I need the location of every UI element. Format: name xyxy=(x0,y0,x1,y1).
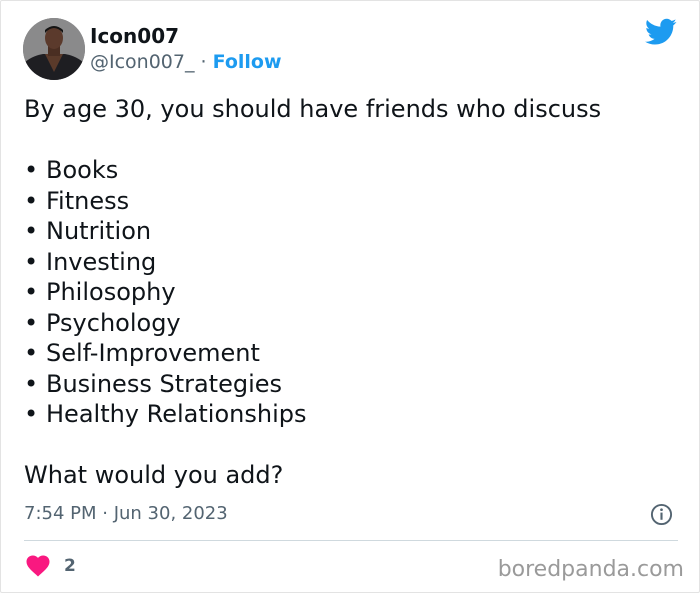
list-item: • Psychology xyxy=(24,308,181,337)
watermark: boredpanda.com xyxy=(497,557,684,582)
tweet-timestamp[interactable]: 7:54 PM · Jun 30, 2023 xyxy=(24,503,228,524)
list-item: • Philosophy xyxy=(24,278,176,306)
avatar[interactable] xyxy=(23,18,85,80)
list-item: • Nutrition xyxy=(24,217,152,245)
avatar-photo xyxy=(23,18,85,80)
info-icon[interactable] xyxy=(650,503,673,526)
topic-list: • Books • Fitness • Nutrition • Investing • P… xyxy=(24,155,684,430)
tweet-body: By age 30, you should have friends who d… xyxy=(24,94,684,491)
meta-separator: · xyxy=(200,51,207,73)
list-item: • Investing xyxy=(24,247,157,276)
follow-button[interactable]: Follow xyxy=(213,51,282,73)
tweet-closing: What would you add? xyxy=(24,461,284,489)
list-item: • Healthy Relationships xyxy=(24,400,307,428)
list-item: • Books xyxy=(24,156,119,184)
list-item: • Fitness xyxy=(24,186,130,215)
list-item: • Business Strategies xyxy=(24,369,283,398)
divider xyxy=(24,540,678,541)
tweet-intro: By age 30, you should have friends who d… xyxy=(24,95,602,123)
twitter-bird-icon[interactable] xyxy=(645,18,677,46)
author-handle[interactable]: @Icon007_ xyxy=(90,51,194,73)
like-action[interactable]: 2 xyxy=(26,554,76,578)
author-meta: @Icon007_ · Follow xyxy=(90,51,282,73)
heart-icon[interactable] xyxy=(26,555,50,577)
list-item: • Self-Improvement xyxy=(24,339,260,367)
author-name[interactable]: Icon007 xyxy=(90,24,179,48)
like-count: 2 xyxy=(64,556,76,576)
